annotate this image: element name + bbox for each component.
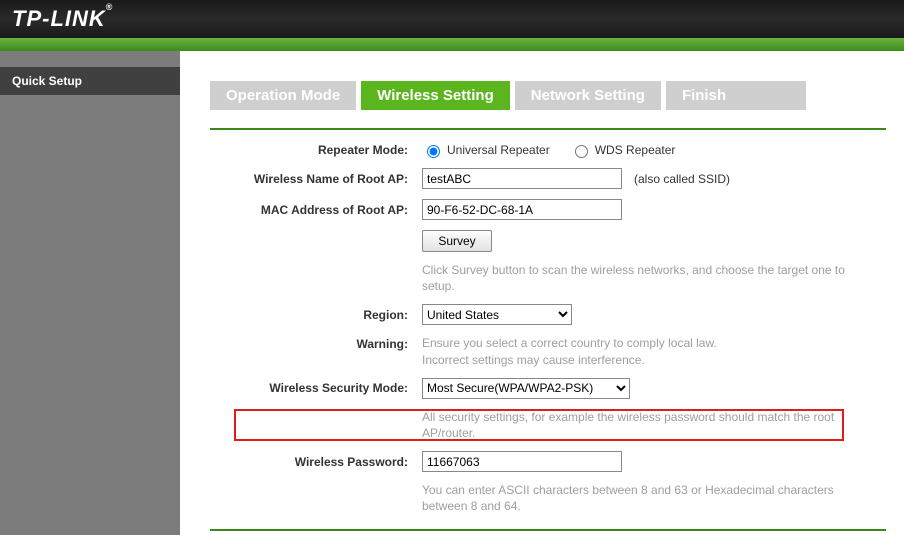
survey-button[interactable]: Survey [422, 230, 492, 252]
radio-wds-repeater[interactable]: WDS Repeater [570, 142, 676, 158]
region-select[interactable]: United States [422, 304, 572, 325]
security-mode-select[interactable]: Most Secure(WPA/WPA2-PSK) [422, 378, 630, 399]
password-input[interactable] [422, 451, 622, 472]
warning-text: Ensure you select a correct country to c… [422, 335, 717, 367]
tab-finish[interactable]: Finish [666, 81, 806, 110]
header-accent [0, 38, 904, 51]
brand-reg: ® [106, 2, 114, 12]
repeater-mode-label: Repeater Mode: [210, 143, 422, 157]
mac-label: MAC Address of Root AP: [210, 203, 422, 217]
survey-hint: Click Survey button to scan the wireless… [422, 262, 862, 294]
radio-wds-input[interactable] [575, 145, 588, 158]
brand-text: TP-LINK [12, 6, 106, 31]
sidebar-item-quick-setup[interactable]: Quick Setup [0, 67, 180, 95]
password-label: Wireless Password: [210, 455, 422, 469]
tab-network-setting[interactable]: Network Setting [515, 81, 661, 110]
tab-wireless-setting[interactable]: Wireless Setting [361, 81, 510, 110]
warning-label: Warning: [210, 335, 422, 351]
sidebar: Quick Setup [0, 51, 180, 535]
tab-operation-mode[interactable]: Operation Mode [210, 81, 356, 110]
region-label: Region: [210, 308, 422, 322]
main-panel: Operation Mode Wireless Setting Network … [180, 51, 904, 535]
brand-logo: TP-LINK® [12, 6, 113, 32]
mac-input[interactable] [422, 199, 622, 220]
security-hint: All security settings, for example the w… [422, 409, 862, 441]
wireless-name-note: (also called SSID) [634, 172, 730, 186]
separator-bottom [210, 529, 886, 531]
radio-universal-input[interactable] [427, 145, 440, 158]
wireless-name-label: Wireless Name of Root AP: [210, 172, 422, 186]
radio-universal-repeater[interactable]: Universal Repeater [422, 142, 550, 158]
radio-wds-label: WDS Repeater [595, 143, 676, 157]
security-mode-label: Wireless Security Mode: [210, 381, 422, 395]
password-hint: You can enter ASCII characters between 8… [422, 482, 862, 514]
wizard-tabs: Operation Mode Wireless Setting Network … [210, 81, 886, 110]
separator-top [210, 128, 886, 130]
radio-universal-label: Universal Repeater [447, 143, 550, 157]
wireless-name-input[interactable] [422, 168, 622, 189]
header: TP-LINK® [0, 0, 904, 38]
